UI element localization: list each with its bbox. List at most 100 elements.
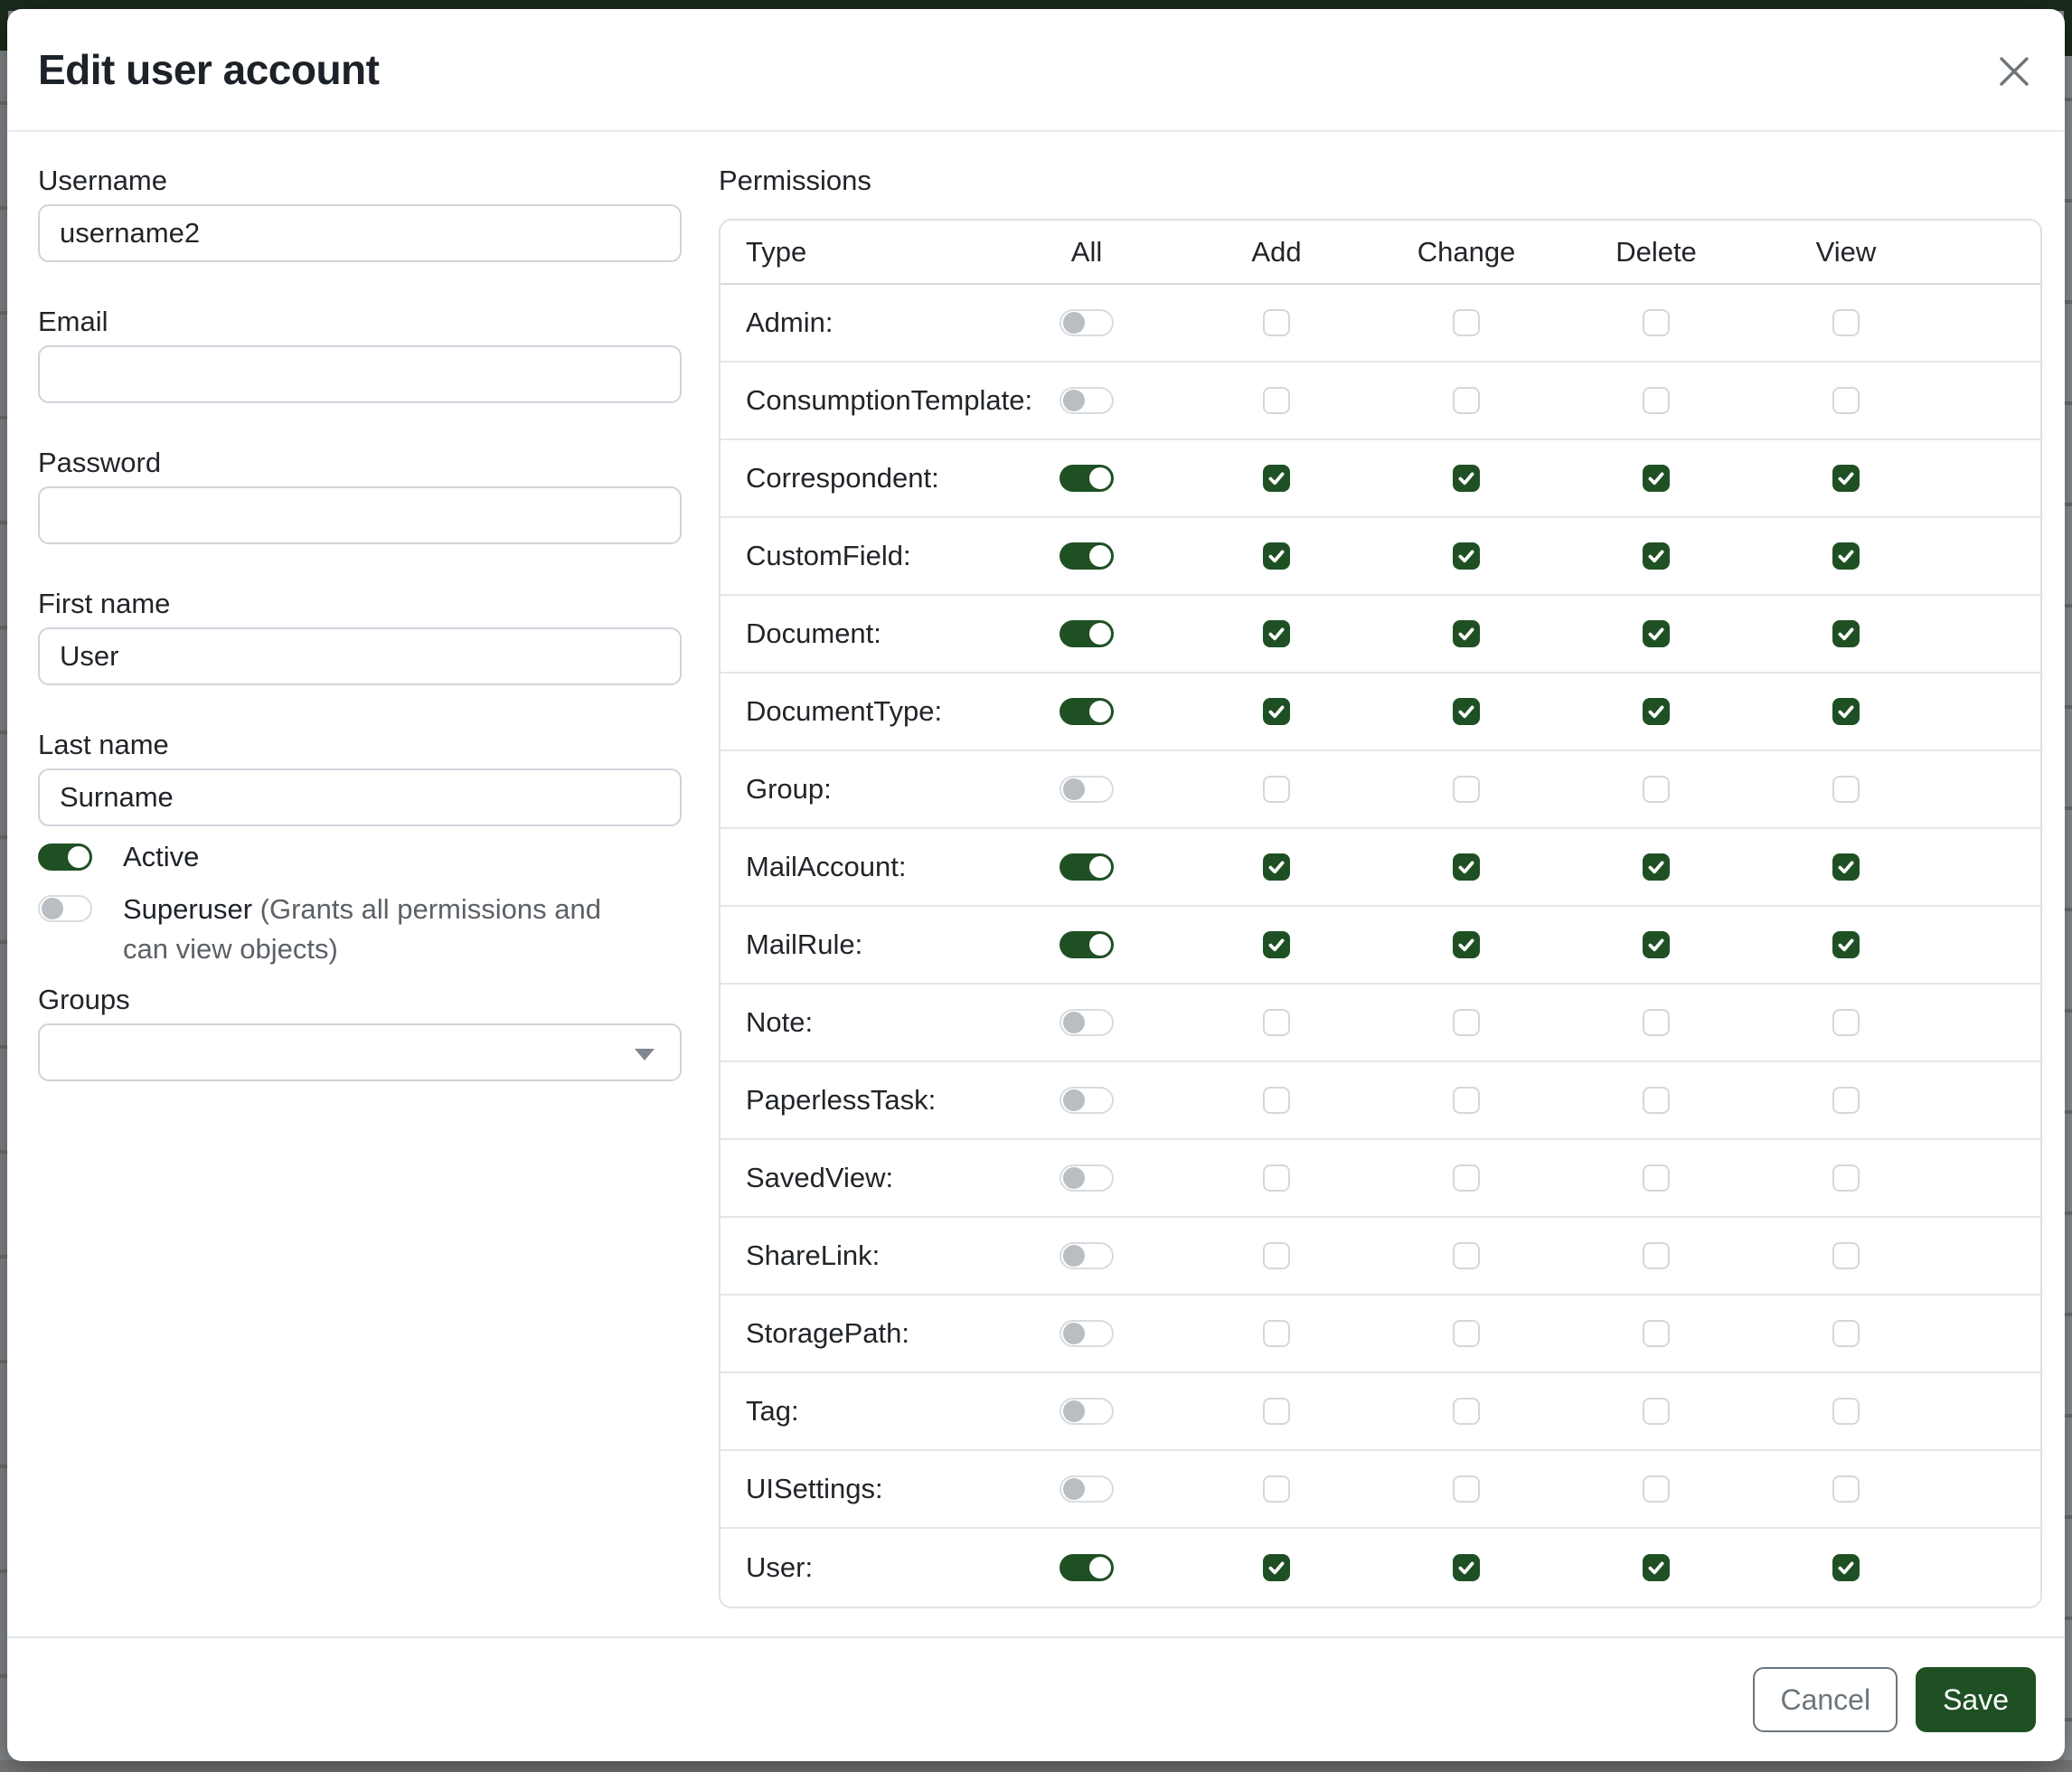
permission-view-checkbox[interactable] bbox=[1832, 387, 1860, 414]
permission-add-checkbox[interactable] bbox=[1263, 1398, 1290, 1425]
permission-all-toggle[interactable] bbox=[1060, 1320, 1114, 1347]
permission-delete-checkbox[interactable] bbox=[1643, 1398, 1670, 1425]
permission-add-checkbox[interactable] bbox=[1263, 465, 1290, 492]
permission-change-checkbox[interactable] bbox=[1453, 853, 1480, 881]
permission-change-checkbox[interactable] bbox=[1453, 1554, 1480, 1581]
permission-add-checkbox[interactable] bbox=[1263, 853, 1290, 881]
permission-add-checkbox[interactable] bbox=[1263, 387, 1290, 414]
permission-change-checkbox[interactable] bbox=[1453, 1164, 1480, 1192]
permission-delete-checkbox[interactable] bbox=[1643, 309, 1670, 336]
permission-add-checkbox[interactable] bbox=[1263, 1087, 1290, 1114]
permission-all-toggle[interactable] bbox=[1060, 309, 1114, 336]
permission-delete-checkbox[interactable] bbox=[1643, 387, 1670, 414]
last-name-input[interactable] bbox=[38, 768, 682, 826]
permission-change-checkbox[interactable] bbox=[1453, 698, 1480, 725]
permission-add-checkbox[interactable] bbox=[1263, 1009, 1290, 1036]
permission-change-checkbox[interactable] bbox=[1453, 1009, 1480, 1036]
permission-all-toggle[interactable] bbox=[1060, 698, 1114, 725]
permission-add-checkbox[interactable] bbox=[1263, 698, 1290, 725]
permission-view-checkbox[interactable] bbox=[1832, 309, 1860, 336]
permission-change-checkbox[interactable] bbox=[1453, 1320, 1480, 1347]
permission-delete-checkbox[interactable] bbox=[1643, 853, 1670, 881]
permission-change-checkbox[interactable] bbox=[1453, 465, 1480, 492]
permission-delete-checkbox[interactable] bbox=[1643, 931, 1670, 958]
permissions-table-body: Admin: ConsumptionTemplate: Corresponden… bbox=[720, 285, 2040, 1607]
permission-change-checkbox[interactable] bbox=[1453, 931, 1480, 958]
superuser-toggle[interactable] bbox=[38, 895, 92, 922]
permission-all-toggle[interactable] bbox=[1060, 387, 1114, 414]
permission-all-toggle[interactable] bbox=[1060, 776, 1114, 803]
permission-delete-checkbox[interactable] bbox=[1643, 542, 1670, 570]
permission-add-checkbox[interactable] bbox=[1263, 776, 1290, 803]
first-name-input[interactable] bbox=[38, 627, 682, 685]
permission-change-checkbox[interactable] bbox=[1453, 387, 1480, 414]
permission-view-checkbox[interactable] bbox=[1832, 1009, 1860, 1036]
permission-all-toggle[interactable] bbox=[1060, 620, 1114, 647]
permission-view-checkbox[interactable] bbox=[1832, 698, 1860, 725]
permission-delete-checkbox[interactable] bbox=[1643, 1475, 1670, 1503]
permission-change-checkbox[interactable] bbox=[1453, 1398, 1480, 1425]
permission-change-checkbox[interactable] bbox=[1453, 309, 1480, 336]
permission-add-checkbox[interactable] bbox=[1263, 1164, 1290, 1192]
save-button[interactable]: Save bbox=[1916, 1667, 2036, 1732]
permission-all-toggle[interactable] bbox=[1060, 1009, 1114, 1036]
permission-all-toggle[interactable] bbox=[1060, 542, 1114, 570]
permission-view-checkbox[interactable] bbox=[1832, 776, 1860, 803]
permission-view-checkbox[interactable] bbox=[1832, 1398, 1860, 1425]
permission-delete-checkbox[interactable] bbox=[1643, 1554, 1670, 1581]
permission-all-toggle[interactable] bbox=[1060, 853, 1114, 881]
permission-all-toggle[interactable] bbox=[1060, 1475, 1114, 1503]
cancel-button[interactable]: Cancel bbox=[1753, 1667, 1898, 1732]
permission-view-checkbox[interactable] bbox=[1832, 1087, 1860, 1114]
permission-all-toggle[interactable] bbox=[1060, 465, 1114, 492]
active-toggle[interactable] bbox=[38, 844, 92, 871]
permission-all-toggle[interactable] bbox=[1060, 1554, 1114, 1581]
permission-all-toggle[interactable] bbox=[1060, 1087, 1114, 1114]
permission-add-checkbox[interactable] bbox=[1263, 931, 1290, 958]
permission-delete-checkbox[interactable] bbox=[1643, 1087, 1670, 1114]
permission-view-checkbox[interactable] bbox=[1832, 620, 1860, 647]
permission-all-toggle[interactable] bbox=[1060, 931, 1114, 958]
groups-select[interactable] bbox=[38, 1023, 682, 1081]
permission-all-toggle[interactable] bbox=[1060, 1398, 1114, 1425]
permission-view-checkbox[interactable] bbox=[1832, 1164, 1860, 1192]
permission-delete-checkbox[interactable] bbox=[1643, 1242, 1670, 1269]
permission-view-checkbox[interactable] bbox=[1832, 1320, 1860, 1347]
permission-change-checkbox[interactable] bbox=[1453, 776, 1480, 803]
permission-row: ShareLink: bbox=[720, 1218, 2040, 1296]
permission-delete-checkbox[interactable] bbox=[1643, 1320, 1670, 1347]
permission-change-checkbox[interactable] bbox=[1453, 1242, 1480, 1269]
permission-add-checkbox[interactable] bbox=[1263, 309, 1290, 336]
permission-change-checkbox[interactable] bbox=[1453, 1087, 1480, 1114]
permission-view-checkbox[interactable] bbox=[1832, 1475, 1860, 1503]
password-input[interactable] bbox=[38, 486, 682, 544]
email-input[interactable] bbox=[38, 345, 682, 403]
permission-add-checkbox[interactable] bbox=[1263, 1320, 1290, 1347]
username-input[interactable] bbox=[38, 204, 682, 262]
permission-view-checkbox[interactable] bbox=[1832, 465, 1860, 492]
permission-add-checkbox[interactable] bbox=[1263, 620, 1290, 647]
permission-delete-checkbox[interactable] bbox=[1643, 1164, 1670, 1192]
permission-delete-checkbox[interactable] bbox=[1643, 465, 1670, 492]
toggle-knob bbox=[1089, 467, 1111, 489]
permission-delete-checkbox[interactable] bbox=[1643, 698, 1670, 725]
permission-view-checkbox[interactable] bbox=[1832, 542, 1860, 570]
close-button[interactable] bbox=[1994, 52, 2034, 92]
permission-view-checkbox[interactable] bbox=[1832, 1242, 1860, 1269]
permission-change-checkbox[interactable] bbox=[1453, 620, 1480, 647]
permission-add-checkbox[interactable] bbox=[1263, 1242, 1290, 1269]
permission-view-checkbox[interactable] bbox=[1832, 1554, 1860, 1581]
permission-row: SavedView: bbox=[720, 1140, 2040, 1218]
permission-delete-checkbox[interactable] bbox=[1643, 1009, 1670, 1036]
permission-all-toggle[interactable] bbox=[1060, 1164, 1114, 1192]
permission-delete-checkbox[interactable] bbox=[1643, 620, 1670, 647]
permission-change-checkbox[interactable] bbox=[1453, 1475, 1480, 1503]
permission-all-toggle[interactable] bbox=[1060, 1242, 1114, 1269]
permission-delete-checkbox[interactable] bbox=[1643, 776, 1670, 803]
permission-view-checkbox[interactable] bbox=[1832, 853, 1860, 881]
permission-add-checkbox[interactable] bbox=[1263, 1475, 1290, 1503]
permission-change-checkbox[interactable] bbox=[1453, 542, 1480, 570]
permission-add-checkbox[interactable] bbox=[1263, 542, 1290, 570]
permission-add-checkbox[interactable] bbox=[1263, 1554, 1290, 1581]
permission-view-checkbox[interactable] bbox=[1832, 931, 1860, 958]
